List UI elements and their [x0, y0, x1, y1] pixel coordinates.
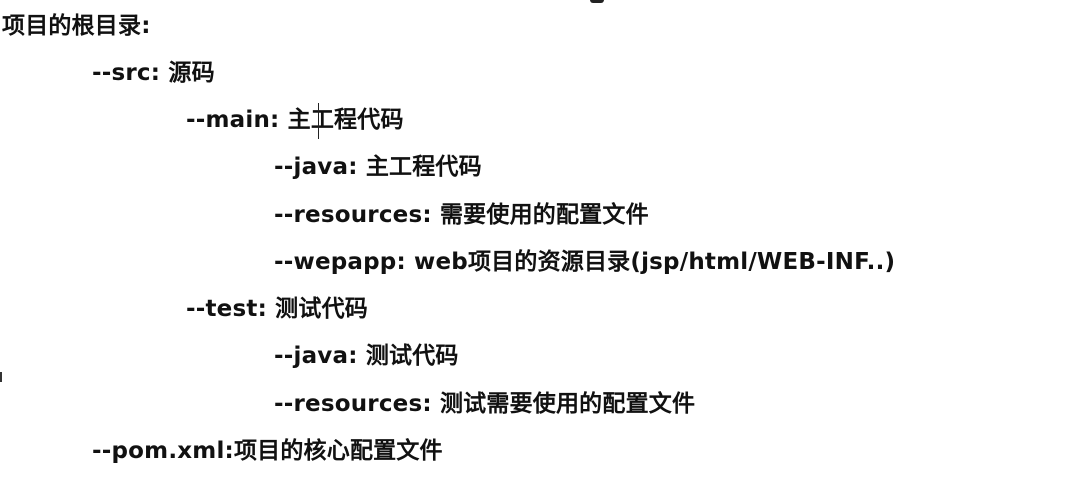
main-resources-line: --resources: 需要使用的配置文件 [274, 202, 649, 228]
test-java-line: --java: 测试代码 [274, 343, 459, 369]
pom-xml-line: --pom.xml:项目的核心配置文件 [92, 438, 443, 464]
left-edge-mark [0, 372, 2, 382]
test-resources-line: --resources: 测试需要使用的配置文件 [274, 391, 696, 417]
text-cursor [318, 103, 319, 139]
top-edge-mark [590, 0, 604, 3]
root-directory-heading: 项目的根目录: [2, 13, 151, 39]
test-line: --test: 测试代码 [186, 296, 368, 322]
main-line: --main: 主工程代码 [186, 107, 404, 133]
webapp-line: --wepapp: web项目的资源目录(jsp/html/WEB-INF..) [274, 249, 896, 275]
src-line: --src: 源码 [92, 60, 215, 86]
main-java-line: --java: 主工程代码 [274, 154, 482, 180]
